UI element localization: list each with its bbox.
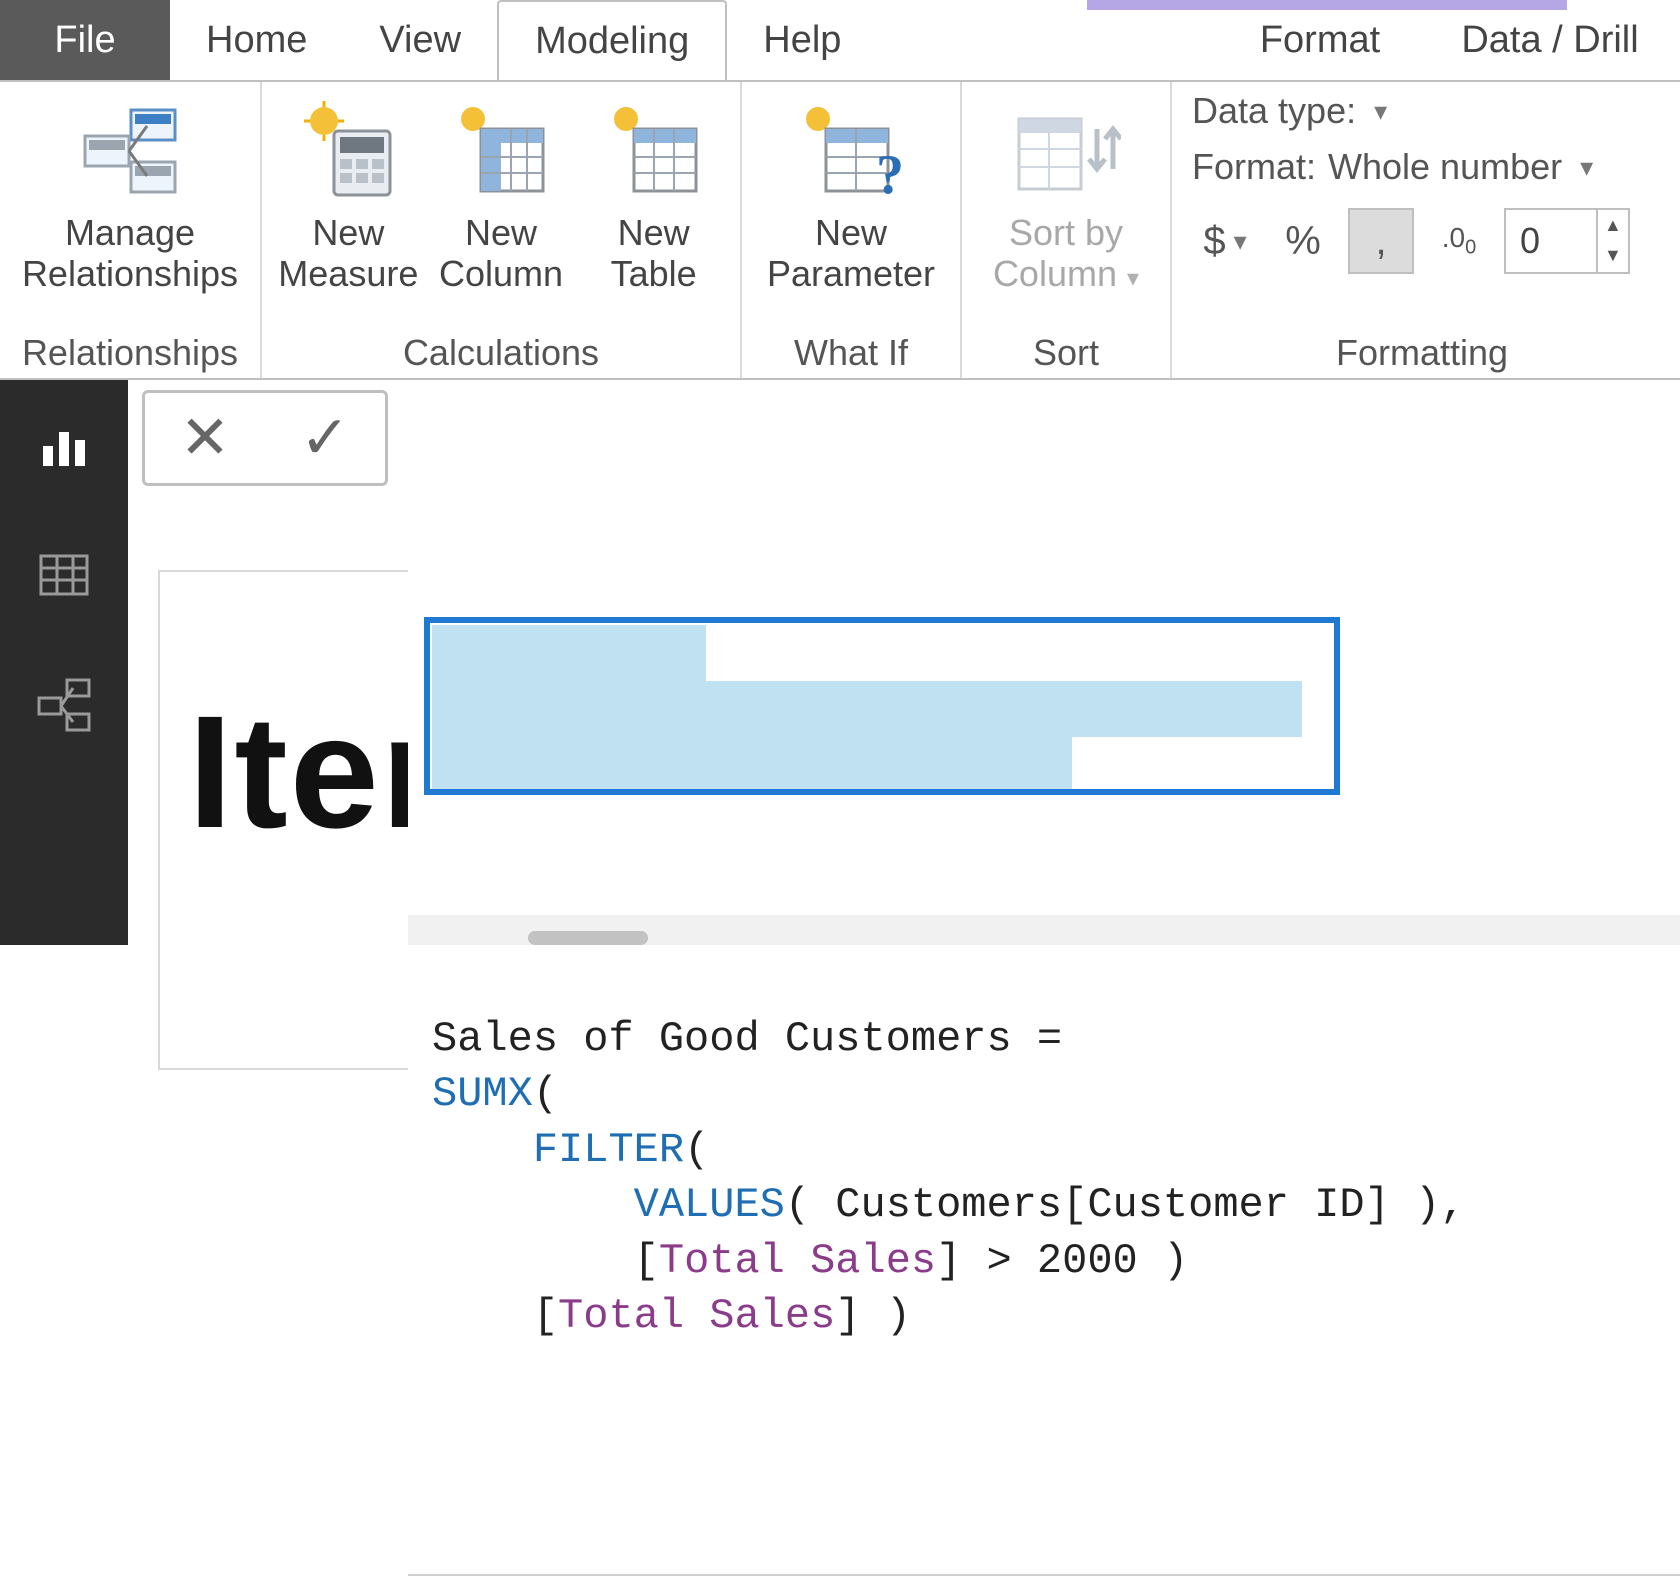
data-type-dropdown[interactable]: Data type: ▾ — [1192, 90, 1652, 132]
view-rail — [0, 380, 128, 945]
ribbon: Manage Relationships Relationships New M… — [0, 80, 1680, 380]
tab-format[interactable]: Format — [1220, 0, 1420, 80]
bar-chart-icon — [37, 418, 91, 472]
tab-data-drill[interactable]: Data / Drill — [1420, 0, 1680, 80]
formula-text: Sales of Good Customers = SUMX( FILTER( … — [432, 1012, 1680, 1345]
parameter-icon: ? — [796, 96, 906, 206]
field-value: Whole number — [1328, 146, 1562, 188]
format-dropdown[interactable]: Format: Whole number ▾ — [1192, 146, 1652, 188]
percent-label: % — [1285, 219, 1321, 264]
button-label: New Table — [611, 212, 697, 295]
model-view-button[interactable] — [29, 670, 99, 740]
sort-icon — [1011, 96, 1121, 206]
tab-view[interactable]: View — [343, 0, 497, 80]
tab-help[interactable]: Help — [727, 0, 877, 80]
group-title: Sort — [972, 326, 1160, 378]
group-title: What If — [752, 326, 950, 378]
table-icon — [604, 96, 704, 206]
stepper-down-icon[interactable]: ▼ — [1598, 240, 1628, 270]
measure-icon — [298, 96, 398, 206]
stepper-up-icon[interactable]: ▲ — [1598, 210, 1628, 240]
format-toolbar: $ ▾ % , .00 0 ▲ ▼ — [1192, 208, 1652, 274]
model-icon — [35, 678, 93, 732]
decimal-places-button[interactable]: .00 — [1426, 208, 1492, 274]
tab-modeling[interactable]: Modeling — [497, 0, 727, 80]
currency-label: $ — [1203, 219, 1225, 264]
relationships-icon — [75, 96, 185, 206]
tab-file[interactable]: File — [0, 0, 170, 80]
contextual-tab-highlight — [1087, 0, 1567, 10]
group-sort: Sort by Column ▾ Sort — [962, 82, 1172, 378]
group-whatif: ? New Parameter What If — [742, 82, 962, 378]
group-relationships: Manage Relationships Relationships — [0, 82, 262, 378]
scrollbar-thumb[interactable] — [528, 931, 648, 945]
tab-label: Home — [206, 19, 307, 62]
formula-bar[interactable]: Sales of Good Customers = SUMX( FILTER( … — [408, 390, 1680, 1576]
formula-confirm-bar: ✕ ✓ — [142, 390, 388, 486]
report-view-button[interactable] — [29, 410, 99, 480]
chevron-down-icon: ▾ — [1234, 226, 1247, 257]
tab-home[interactable]: Home — [170, 0, 343, 80]
sort-by-column-button[interactable]: Sort by Column ▾ — [972, 90, 1160, 295]
field-label: Data type: — [1192, 90, 1356, 132]
button-label: New Parameter — [767, 212, 935, 295]
manage-relationships-button[interactable]: Manage Relationships — [10, 90, 250, 295]
button-label: New Column — [439, 212, 563, 295]
decimal-icon: .00 — [1442, 222, 1476, 260]
tab-label: File — [54, 19, 115, 62]
group-formatting: Data type: ▾ Format: Whole number ▾ $ ▾ … — [1172, 82, 1680, 378]
group-title: Relationships — [10, 326, 250, 378]
table-grid-icon — [37, 548, 91, 602]
close-icon: ✕ — [180, 403, 230, 473]
new-column-button[interactable]: New Column — [425, 90, 578, 295]
group-title: Formatting — [1192, 326, 1652, 378]
thousands-separator-button[interactable]: , — [1348, 208, 1414, 274]
ribbon-tabs: File Home View Modeling Help Format Data… — [0, 0, 1680, 80]
data-view-button[interactable] — [29, 540, 99, 610]
tab-label: Help — [763, 19, 841, 62]
editor-area: Iter ✕ ✓ Sales of Good Customers = SUMX(… — [128, 380, 1680, 945]
svg-text:?: ? — [876, 144, 904, 201]
currency-button[interactable]: $ ▾ — [1192, 208, 1258, 274]
main-area: Iter ✕ ✓ Sales of Good Customers = SUMX(… — [0, 380, 1680, 945]
group-title: Calculations — [272, 326, 730, 378]
tab-label: Modeling — [535, 20, 689, 63]
button-label: Sort by Column ▾ — [993, 212, 1139, 295]
field-label: Format: — [1192, 146, 1316, 188]
commit-formula-button[interactable]: ✓ — [265, 393, 385, 483]
thousands-label: , — [1375, 219, 1386, 264]
tab-label: Data / Drill — [1461, 19, 1638, 62]
stepper-value: 0 — [1506, 220, 1596, 262]
chevron-down-icon: ▾ — [1580, 152, 1593, 183]
button-label: New Measure — [278, 212, 418, 295]
column-icon — [451, 96, 551, 206]
chevron-down-icon: ▾ — [1127, 265, 1139, 292]
horizontal-scrollbar[interactable] — [408, 915, 1680, 945]
decimal-count-stepper[interactable]: 0 ▲ ▼ — [1504, 208, 1630, 274]
tab-label: View — [379, 19, 461, 62]
percent-button[interactable]: % — [1270, 208, 1336, 274]
new-parameter-button[interactable]: ? New Parameter — [752, 90, 950, 295]
tab-label: Format — [1260, 19, 1380, 62]
group-calculations: New Measure New Column — [262, 82, 742, 378]
new-measure-button[interactable]: New Measure — [272, 90, 425, 295]
cancel-formula-button[interactable]: ✕ — [145, 393, 265, 483]
new-table-button[interactable]: New Table — [577, 90, 730, 295]
canvas-partial-text: Iter — [188, 680, 445, 864]
chevron-down-icon: ▾ — [1374, 96, 1387, 127]
check-icon: ✓ — [300, 403, 350, 473]
button-label: Manage Relationships — [22, 212, 238, 295]
